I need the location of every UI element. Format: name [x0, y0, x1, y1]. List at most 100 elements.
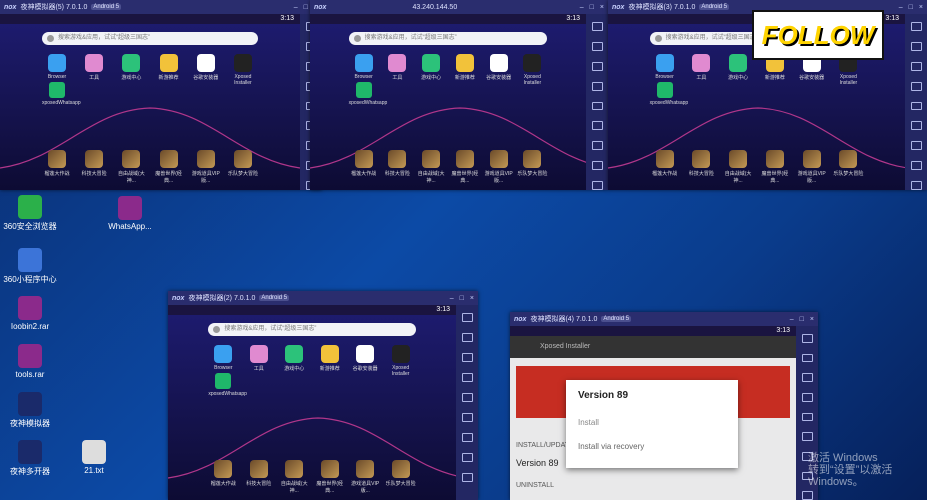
dock-app[interactable]: 魔兽世界(经典... — [450, 150, 480, 184]
toolbar-icon[interactable] — [461, 393, 473, 402]
toolbar-icon[interactable] — [461, 473, 473, 482]
toolbar-icon[interactable] — [910, 81, 922, 91]
app-icon[interactable]: 工具 — [79, 54, 109, 86]
desktop-icon[interactable]: Ioobin2.rar — [0, 296, 60, 331]
dock-app[interactable]: 榴莲大作战 — [650, 150, 680, 184]
close-icon[interactable]: × — [919, 4, 923, 11]
dock-app[interactable]: 乐队梦大冒险 — [517, 150, 547, 184]
app-icon[interactable]: xposedWhatsapp — [208, 373, 247, 397]
dock-app[interactable]: 游戏道具VIP版... — [191, 150, 221, 184]
dock-app[interactable]: 游戏道具VIP版... — [797, 150, 827, 184]
dock-app[interactable]: 自由战域(大神... — [279, 460, 309, 494]
toolbar-icon[interactable] — [591, 41, 603, 51]
dock-app[interactable]: 科技大冒险 — [244, 460, 274, 494]
desktop-icon[interactable]: 夜神模拟器 — [0, 392, 60, 429]
dock-app[interactable]: 科技大冒险 — [686, 150, 716, 184]
app-icon[interactable]: 谷歌安装器 — [484, 54, 514, 86]
search-input[interactable]: 搜索游戏&应用，试试“超级三国志” — [42, 32, 258, 45]
toolbar-icon[interactable] — [801, 491, 813, 500]
app-icon[interactable]: 谷歌安装器 — [350, 345, 380, 377]
dock-app[interactable]: 榴莲大作战 — [42, 150, 72, 184]
search-input[interactable]: 搜索游戏&应用，试试“超级三国志” — [208, 323, 416, 336]
dock-app[interactable]: 乐队梦大冒险 — [833, 150, 863, 184]
emulator-window[interactable]: nox 43.240.144.50 – □ × 3:13 搜索游戏&应用，试试“超级… — [310, 0, 608, 190]
emulator-window[interactable]: nox 夜神模拟器(2) 7.0.1.0 Android 5 – □ × 3:13 … — [168, 291, 478, 500]
toolbar-icon[interactable] — [461, 373, 473, 382]
desktop-icon[interactable]: 360小程序中心 — [0, 248, 60, 285]
dock-app[interactable]: 科技大冒险 — [79, 150, 109, 184]
toolbar-icon[interactable] — [801, 353, 813, 363]
window-titlebar[interactable]: nox 夜神模拟器(5) 7.0.1.0 Android 5 –□× — [0, 0, 322, 14]
toolbar-icon[interactable] — [461, 353, 473, 362]
android-screen[interactable]: 搜索游戏&应用，试试“超级三国志” Browser 工具 游戏中心 新游推荐 谷歌安装器… — [168, 315, 456, 500]
window-titlebar[interactable]: nox 夜神模拟器(2) 7.0.1.0 Android 5 – □ × — [168, 291, 478, 305]
toolbar-icon[interactable] — [910, 181, 922, 190]
toolbar-icon[interactable] — [910, 22, 922, 31]
android-screen[interactable]: 搜索游戏&应用，试试“超级三国志” Browser 工具 游戏中心 新游推荐 谷歌安装器… — [0, 24, 300, 190]
app-icon[interactable]: 新游推荐 — [154, 54, 184, 86]
toolbar-icon[interactable] — [591, 161, 603, 171]
toolbar-icon[interactable] — [910, 141, 922, 151]
maximize-icon[interactable]: □ — [800, 316, 804, 323]
android-screen[interactable]: 搜索游戏&应用，试试“超级三国志” Browser 工具 游戏中心 新游推荐 谷歌安装器… — [310, 24, 586, 190]
dock-app[interactable]: 自由战域(大神... — [416, 150, 446, 184]
dock-app[interactable]: 乐队梦大冒险 — [228, 150, 258, 184]
app-icon[interactable]: 工具 — [244, 345, 274, 377]
toolbar-icon[interactable] — [461, 413, 473, 422]
app-icon[interactable]: Xposed Installer — [517, 54, 547, 86]
toolbar-icon[interactable] — [591, 22, 603, 31]
app-icon[interactable]: 游戏中心 — [723, 54, 753, 86]
toolbar-icon[interactable] — [801, 373, 813, 383]
dock-app[interactable]: 魔兽世界(经典... — [760, 150, 790, 184]
maximize-icon[interactable]: □ — [909, 4, 913, 11]
toolbar-icon[interactable] — [801, 412, 813, 422]
close-icon[interactable]: × — [600, 4, 604, 11]
app-icon[interactable]: 游戏中心 — [279, 345, 309, 377]
app-icon[interactable]: 新游推荐 — [450, 54, 480, 86]
toolbar-icon[interactable] — [591, 121, 603, 131]
dock-app[interactable]: 游戏道具VIP版... — [350, 460, 380, 494]
desktop-icon[interactable]: WhatsApp... — [100, 196, 160, 231]
window-titlebar[interactable]: nox 夜神模拟器(4) 7.0.1.0 Android 5 – □ × — [510, 312, 818, 326]
app-icon[interactable]: 谷歌安装器 — [191, 54, 221, 86]
minimize-icon[interactable]: – — [790, 316, 794, 323]
maximize-icon[interactable]: □ — [590, 4, 594, 11]
toolbar-icon[interactable] — [801, 393, 813, 402]
dock-app[interactable]: 乐队梦大冒险 — [386, 460, 416, 494]
toolbar-icon[interactable] — [801, 334, 813, 343]
emulator-window[interactable]: nox 夜神模拟器(4) 7.0.1.0 Android 5 – □ × 3:13 … — [510, 312, 818, 500]
toolbar-icon[interactable] — [910, 41, 922, 51]
app-icon[interactable]: 新游推荐 — [315, 345, 345, 377]
minimize-icon[interactable]: – — [899, 4, 903, 11]
search-input[interactable]: 搜索游戏&应用，试试“超级三国志” — [348, 32, 548, 45]
toolbar-icon[interactable] — [910, 161, 922, 171]
minimize-icon[interactable]: – — [580, 4, 584, 11]
app-icon[interactable]: Xposed Installer — [386, 345, 416, 377]
dock-app[interactable]: 游戏道具VIP版... — [484, 150, 514, 184]
toolbar-icon[interactable] — [591, 101, 603, 111]
toolbar-icon[interactable] — [910, 61, 922, 71]
maximize-icon[interactable]: □ — [304, 4, 308, 11]
android-screen[interactable]: Xposed Installer INSTALL/UPDATE Version … — [510, 336, 796, 500]
toolbar-icon[interactable] — [591, 141, 603, 151]
toolbar-icon[interactable] — [801, 432, 813, 442]
toolbar-icon[interactable] — [910, 101, 922, 111]
close-icon[interactable]: × — [810, 316, 814, 323]
toolbar-icon[interactable] — [591, 181, 603, 190]
maximize-icon[interactable]: □ — [460, 295, 464, 302]
toolbar-icon[interactable] — [461, 333, 473, 342]
app-icon[interactable]: 工具 — [382, 54, 412, 86]
dock-app[interactable]: 榴莲大作战 — [208, 460, 238, 494]
toolbar-icon[interactable] — [591, 61, 603, 71]
dock-app[interactable]: 自由战域(大神... — [723, 150, 753, 184]
version-row[interactable]: Version 89 — [516, 458, 559, 468]
toolbar-icon[interactable] — [591, 81, 603, 91]
toolbar-icon[interactable] — [461, 433, 473, 442]
install-recovery-option[interactable]: Install via recovery — [578, 442, 644, 451]
toolbar-icon[interactable] — [461, 313, 473, 322]
dock-app[interactable]: 自由战域(大神... — [116, 150, 146, 184]
desktop-icon[interactable]: 21.txt — [64, 440, 124, 475]
dock-app[interactable]: 科技大冒险 — [382, 150, 412, 184]
app-icon[interactable]: 游戏中心 — [416, 54, 446, 86]
app-icon[interactable]: Xposed Installer — [228, 54, 258, 86]
